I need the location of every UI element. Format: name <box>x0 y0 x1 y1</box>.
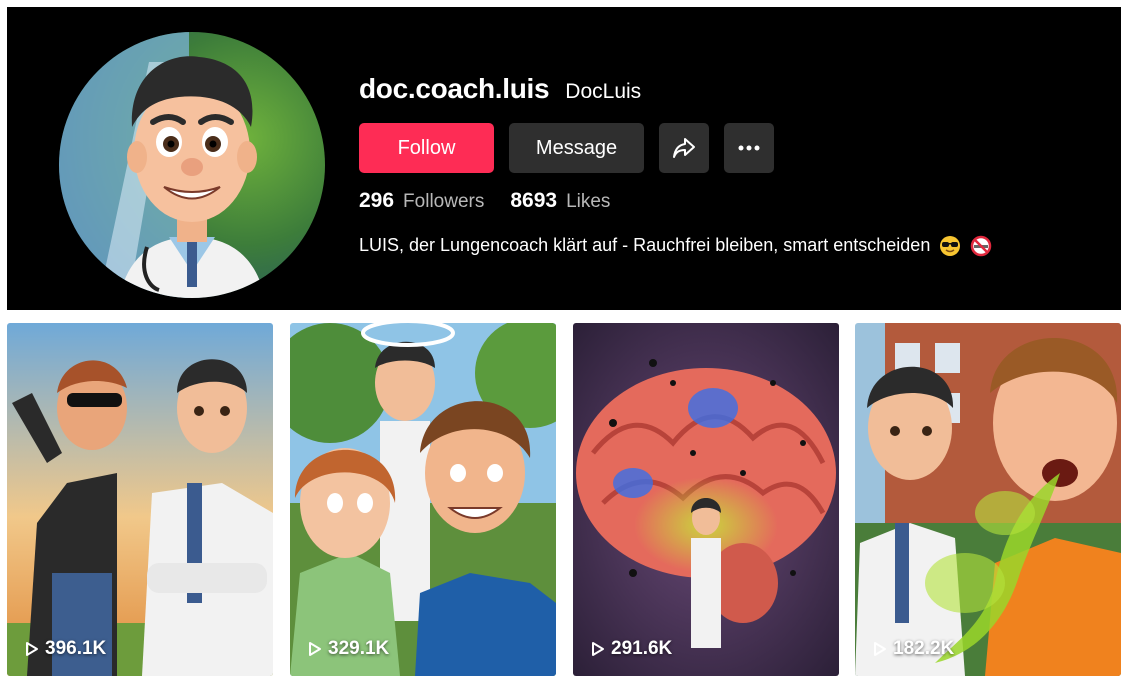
play-icon <box>592 642 604 656</box>
follow-button[interactable]: Follow <box>359 123 494 173</box>
followers-stat[interactable]: 296 Followers <box>359 189 484 213</box>
stats-row: 296 Followers 8693 Likes <box>359 189 636 213</box>
profile-bio: LUIS, der Lungencoach klärt auf - Rauchf… <box>359 235 992 257</box>
followers-label: Followers <box>403 191 485 212</box>
video-view-count: 182.2K <box>893 638 955 659</box>
username: doc.coach.luis <box>359 73 550 104</box>
bio-text: LUIS, der Lungencoach klärt auf - Rauchf… <box>359 235 931 255</box>
video-card-1[interactable]: 396.1K <box>7 323 273 676</box>
more-dots-icon <box>738 145 760 151</box>
video-grid: 396.1K 329.1K 291.6K 182.2K <box>7 323 1121 676</box>
followers-count: 296 <box>359 189 395 212</box>
profile-avatar[interactable] <box>59 32 325 298</box>
more-button[interactable] <box>724 123 774 173</box>
video-card-2[interactable]: 329.1K <box>290 323 556 676</box>
video-view-count: 329.1K <box>328 638 390 659</box>
share-arrow-icon <box>673 138 695 158</box>
share-button[interactable] <box>659 123 709 173</box>
play-icon <box>309 642 321 656</box>
action-buttons: Follow Message <box>359 123 774 173</box>
video-view-count: 396.1K <box>45 638 107 659</box>
video-thumbnail <box>573 323 839 676</box>
video-views: 291.6K <box>591 638 672 660</box>
video-card-3[interactable]: 291.6K <box>573 323 839 676</box>
play-icon <box>874 642 886 656</box>
video-view-count: 291.6K <box>611 638 673 659</box>
video-card-4[interactable]: 182.2K <box>855 323 1121 676</box>
profile-header: doc.coach.luis DocLuis Follow Message 29… <box>7 7 1121 310</box>
video-thumbnail <box>7 323 273 676</box>
nickname: DocLuis <box>565 80 642 103</box>
no-smoking-emoji <box>971 236 992 257</box>
likes-count: 8693 <box>510 189 558 212</box>
likes-label: Likes <box>566 191 611 212</box>
sunglasses-face-emoji <box>940 236 961 257</box>
avatar-illustration <box>59 32 325 298</box>
video-views: 182.2K <box>873 638 954 660</box>
name-row: doc.coach.luis DocLuis <box>359 73 641 105</box>
play-icon <box>26 642 38 656</box>
likes-stat: 8693 Likes <box>510 189 610 213</box>
video-views: 329.1K <box>308 638 389 660</box>
video-thumbnail <box>855 323 1121 676</box>
video-views: 396.1K <box>25 638 106 660</box>
message-button[interactable]: Message <box>509 123 644 173</box>
video-thumbnail <box>290 323 556 676</box>
